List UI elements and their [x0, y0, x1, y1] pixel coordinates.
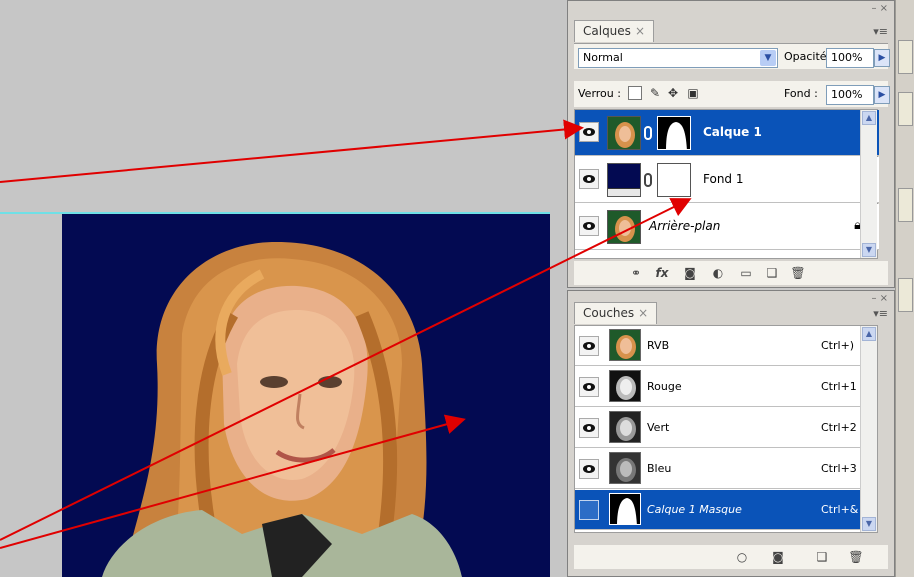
- visibility-eye-icon[interactable]: [579, 122, 599, 142]
- new-channel-icon[interactable]: ❑: [814, 549, 830, 565]
- channel-row-rvb[interactable]: RVB Ctrl+): [575, 326, 877, 366]
- layers-panel-header: – × Calques × ▾≡: [568, 1, 894, 43]
- layer-thumbnail: [607, 210, 641, 244]
- channel-name: Vert: [647, 421, 670, 434]
- blend-options-row: Normal ▼ Opacité : 100% ▶: [574, 43, 890, 69]
- channel-thumbnail: [609, 411, 641, 443]
- layer-mask-thumbnail[interactable]: [657, 116, 691, 150]
- channel-thumbnail: [609, 493, 641, 525]
- panel-menu-icon[interactable]: ▾≡: [873, 25, 888, 38]
- channel-shortcut: Ctrl+1: [821, 380, 857, 393]
- layer-row-fond-1[interactable]: Fond 1: [575, 157, 879, 203]
- layer-mask-thumbnail[interactable]: [657, 163, 691, 197]
- channel-shortcut: Ctrl+3: [821, 462, 857, 475]
- channel-name: Rouge: [647, 380, 682, 393]
- opacity-arrow-icon[interactable]: ▶: [874, 49, 890, 67]
- portrait-photo: [102, 241, 462, 577]
- lock-brush-icon[interactable]: ✎: [648, 86, 662, 100]
- right-dock: [895, 0, 914, 577]
- channel-shortcut: Ctrl+2: [821, 421, 857, 434]
- layer-row-arriere-plan[interactable]: Arrière-plan 🔒︎: [575, 204, 879, 250]
- channel-name: Calque 1 Masque: [647, 503, 742, 516]
- blend-mode-value: Normal: [583, 51, 623, 64]
- visibility-eye-icon[interactable]: [579, 459, 599, 479]
- fx-icon[interactable]: fx: [654, 265, 670, 281]
- collapse-icon[interactable]: – ×: [871, 293, 888, 304]
- lock-all-icon[interactable]: ▣: [686, 86, 700, 100]
- channels-list: RVB Ctrl+) Rouge Ctrl+1 Vert Ctrl+2 Bleu: [574, 325, 878, 533]
- dock-tool-icon[interactable]: [898, 40, 913, 74]
- collapse-icon[interactable]: – ×: [871, 3, 888, 14]
- save-selection-icon[interactable]: ◙: [770, 549, 786, 565]
- link-chain-icon[interactable]: [644, 126, 652, 140]
- channel-name: RVB: [647, 339, 670, 352]
- blend-mode-select[interactable]: Normal ▼: [578, 48, 778, 68]
- layer-thumbnail: [607, 116, 641, 150]
- dock-tool-icon[interactable]: [898, 92, 913, 126]
- new-layer-icon[interactable]: ❑: [764, 265, 780, 281]
- channels-panel-header: – × Couches × ▾≡: [568, 291, 894, 324]
- channel-thumbnail: [609, 452, 641, 484]
- panel-menu-icon[interactable]: ▾≡: [873, 307, 888, 320]
- layers-panel: – × Calques × ▾≡ Normal ▼ Opacité : 100% …: [567, 0, 895, 288]
- channels-scrollbar[interactable]: ▲ ▼: [860, 326, 877, 532]
- layer-row-calque-1[interactable]: Calque 1: [575, 110, 879, 156]
- layer-name[interactable]: Calque 1: [703, 125, 762, 139]
- link-chain-icon[interactable]: [644, 173, 652, 187]
- link-layers-icon[interactable]: ⚭: [628, 265, 644, 281]
- scroll-down-icon[interactable]: ▼: [862, 243, 876, 257]
- lock-transparent-icon[interactable]: [628, 86, 642, 100]
- layers-scrollbar[interactable]: ▲ ▼: [860, 110, 877, 258]
- tab-channels[interactable]: Couches ×: [574, 302, 658, 324]
- layer-name[interactable]: Arrière-plan: [649, 219, 720, 233]
- channel-shortcut: Ctrl+&: [821, 503, 859, 516]
- trash-icon[interactable]: 🗑︎: [790, 265, 806, 281]
- scroll-up-icon[interactable]: ▲: [862, 327, 876, 341]
- channel-shortcut: Ctrl+): [821, 339, 855, 352]
- tab-close-icon[interactable]: ×: [635, 24, 645, 38]
- tab-close-icon[interactable]: ×: [638, 306, 648, 320]
- channel-row-vert[interactable]: Vert Ctrl+2: [575, 408, 877, 448]
- dock-tool-icon[interactable]: [898, 188, 913, 222]
- channel-row-rouge[interactable]: Rouge Ctrl+1: [575, 367, 877, 407]
- opacity-field[interactable]: 100%: [826, 48, 874, 68]
- channel-row-bleu[interactable]: Bleu Ctrl+3: [575, 449, 877, 489]
- visibility-eye-icon[interactable]: [579, 216, 599, 236]
- channels-panel: – × Couches× ▾≡ RVB Ctrl+) Rouge Ctrl+1: [567, 290, 895, 577]
- lock-move-icon[interactable]: ✥: [666, 86, 680, 100]
- fill-arrow-icon[interactable]: ▶: [874, 86, 890, 104]
- lock-options-row: Verrou : ✎ ✥ ▣ Fond : 100% ▶: [574, 81, 890, 107]
- tab-layers-label: Calques: [583, 24, 631, 38]
- tab-layers[interactable]: Calques ×: [574, 20, 654, 42]
- document-image[interactable]: [62, 214, 552, 577]
- visibility-eye-icon[interactable]: [579, 377, 599, 397]
- visibility-eye-icon[interactable]: [579, 418, 599, 438]
- scroll-up-icon[interactable]: ▲: [862, 111, 876, 125]
- load-selection-icon[interactable]: ○: [734, 549, 750, 565]
- lock-label: Verrou :: [578, 87, 621, 100]
- fill-layer-thumbnail: [607, 163, 641, 197]
- visibility-eye-icon[interactable]: [579, 169, 599, 189]
- channels-footer: ○ ◙ ❑ 🗑︎: [574, 545, 888, 569]
- add-mask-icon[interactable]: ◙: [682, 265, 698, 281]
- trash-icon[interactable]: 🗑︎: [848, 549, 864, 565]
- fill-field[interactable]: 100%: [826, 85, 874, 105]
- layers-footer: ⚭ fx ◙ ◐ ▭ ❑ 🗑︎: [574, 261, 888, 285]
- adjustment-layer-icon[interactable]: ◐: [710, 265, 726, 281]
- canvas-scroll-edge: [550, 212, 567, 577]
- channel-name: Bleu: [647, 462, 672, 475]
- tab-channels-label: Couches: [583, 306, 635, 320]
- layers-list: Calque 1 Fond 1 Arrière-plan 🔒︎ ▲ ▼: [574, 109, 879, 259]
- channel-row-calque-1-masque[interactable]: Calque 1 Masque Ctrl+&: [575, 490, 877, 530]
- visibility-toggle[interactable]: [579, 500, 599, 520]
- channel-thumbnail: [609, 370, 641, 402]
- channel-thumbnail: [609, 329, 641, 361]
- chevron-down-icon[interactable]: ▼: [760, 50, 776, 66]
- visibility-eye-icon[interactable]: [579, 336, 599, 356]
- scroll-down-icon[interactable]: ▼: [862, 517, 876, 531]
- dock-tool-icon[interactable]: [898, 278, 913, 312]
- layer-name[interactable]: Fond 1: [703, 172, 744, 186]
- new-group-icon[interactable]: ▭: [738, 265, 754, 281]
- fill-label: Fond :: [784, 87, 818, 100]
